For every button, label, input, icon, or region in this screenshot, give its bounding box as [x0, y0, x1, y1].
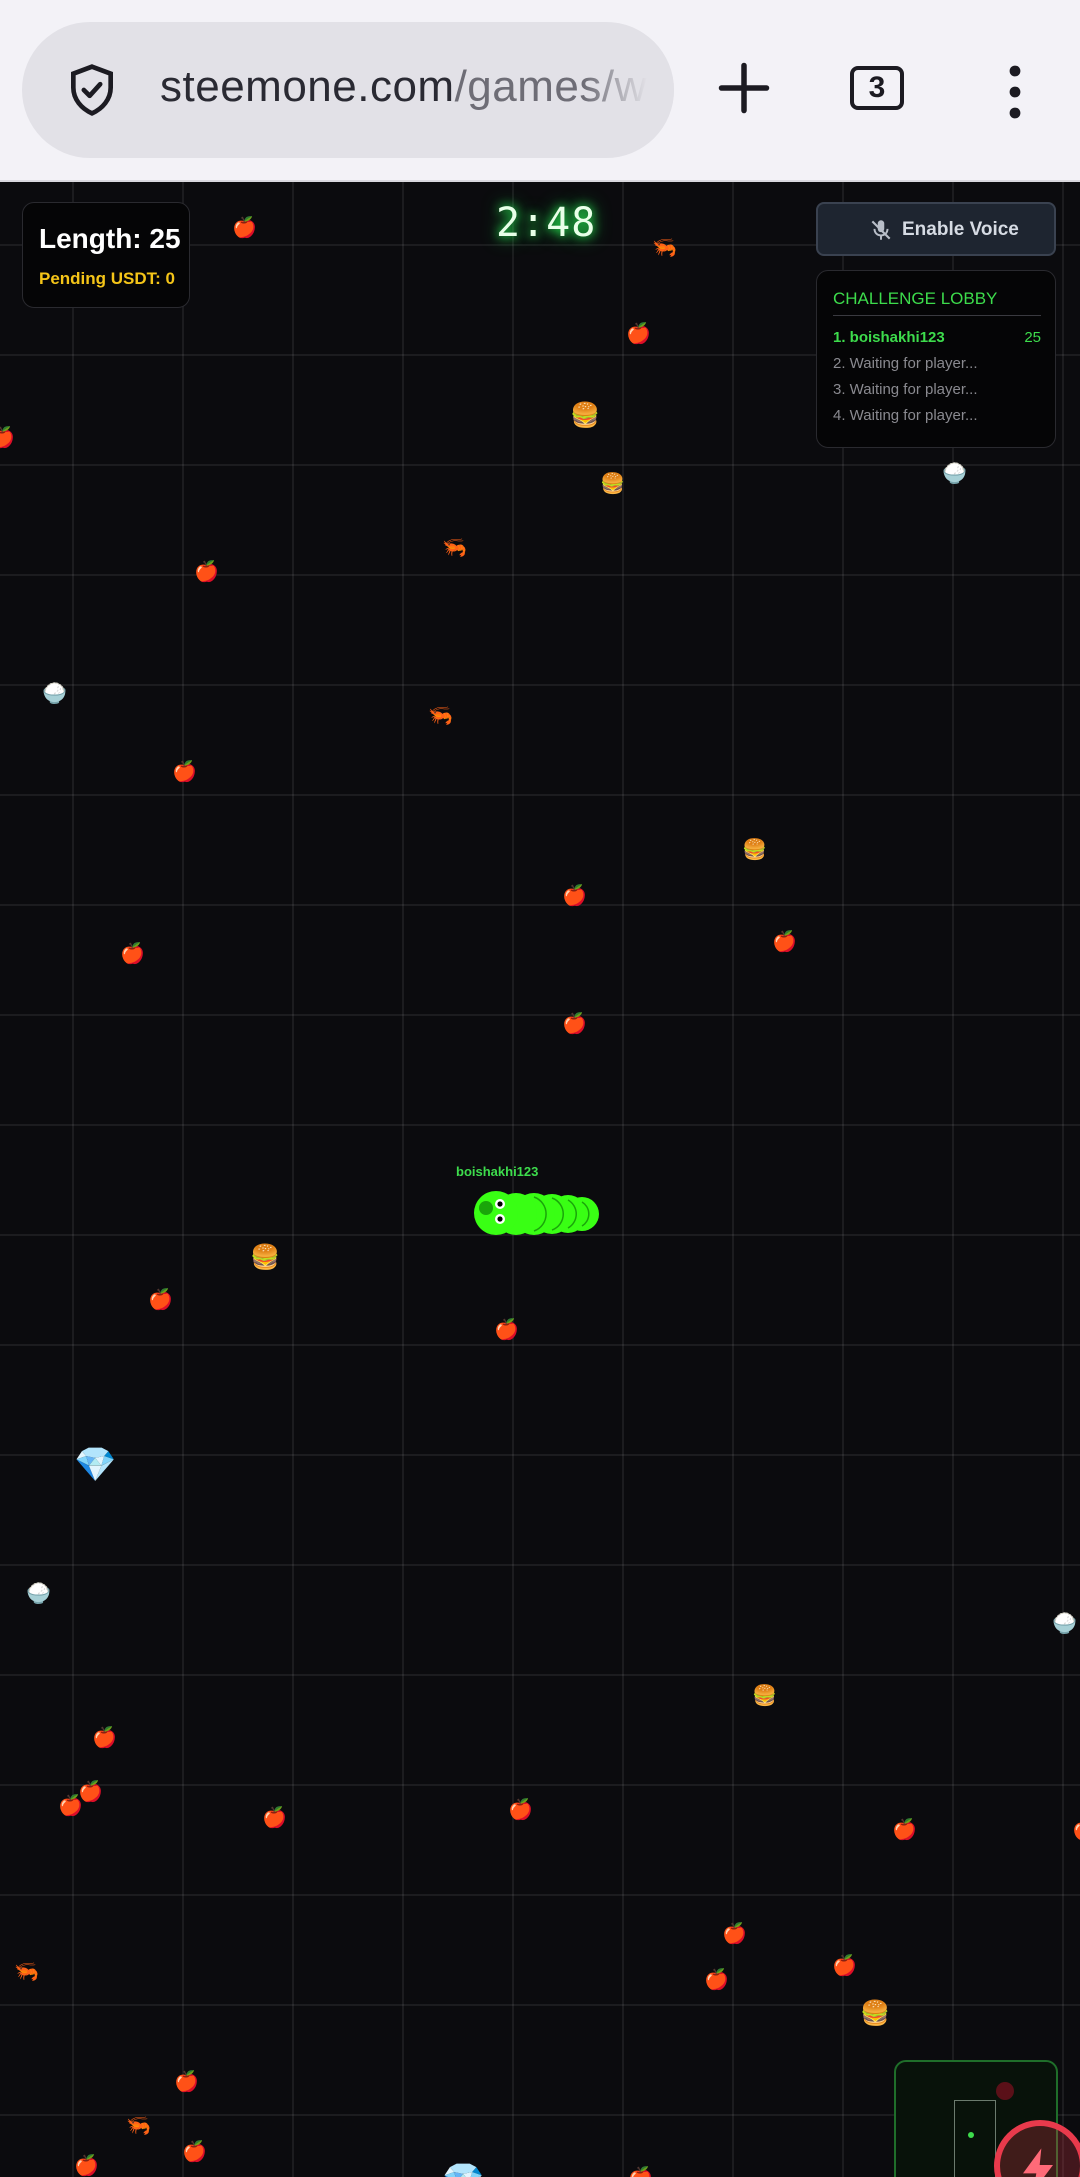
challenge-lobby: CHALLENGE LOBBY 1. boishakhi123 25 2. Wa… [816, 270, 1056, 448]
length-value: Length: 25 [39, 223, 181, 254]
shield-check-icon[interactable] [64, 62, 120, 118]
gem-icon: 💎 [442, 2164, 484, 2177]
sausage-icon: 🦐 [14, 1961, 39, 1983]
minimap-enemy-dot [996, 2082, 1014, 2100]
burger-icon: 🍔 [570, 402, 600, 429]
apple-icon: 🍎 [494, 1319, 519, 1341]
apple-icon: 🍎 [704, 1969, 729, 1991]
enable-voice-button[interactable]: Enable Voice [816, 202, 1056, 256]
apple-icon: 🍎 [562, 885, 587, 907]
apple-icon: 🍎 [0, 427, 15, 449]
burger-icon: 🍔 [752, 1685, 777, 1707]
apple-icon: 🍎 [120, 943, 145, 965]
lobby-title: CHALLENGE LOBBY [833, 289, 1041, 316]
apple-icon: 🍎 [562, 1013, 587, 1035]
lobby-row: 1. boishakhi123 25 [833, 329, 1041, 346]
lobby-row: 2. Waiting for player... [833, 355, 1041, 372]
length-panel: Length: 25 Pending USDT: 0 [22, 202, 190, 308]
lightning-icon [1023, 2148, 1053, 2177]
apple-icon: 🍎 [626, 323, 651, 345]
apple-icon: 🍎 [722, 1923, 747, 1945]
lobby-player-name: 2. Waiting for player... [833, 355, 978, 372]
sausage-icon: 🦐 [652, 237, 677, 259]
apple-icon: 🍎 [832, 1955, 857, 1977]
burger-icon: 🍔 [250, 1244, 280, 1271]
url-text[interactable]: steemone.com/games/w [160, 62, 647, 112]
apple-icon: 🍎 [772, 931, 797, 953]
browser-toolbar: steemone.com/games/w 3 [0, 0, 1080, 182]
bowl-icon: 🍚 [942, 463, 967, 485]
minimap-player-dot [968, 2132, 974, 2138]
apple-icon: 🍎 [508, 1799, 533, 1821]
apple-icon: 🍎 [92, 1727, 117, 1749]
apple-icon: 🍎 [174, 2071, 199, 2093]
burger-icon: 🍔 [742, 839, 767, 861]
more-menu-icon[interactable] [1000, 62, 1030, 122]
apple-icon: 🍎 [194, 561, 219, 583]
url-domain: steemone.com [160, 62, 455, 111]
lobby-player-name: 4. Waiting for player... [833, 407, 978, 424]
lobby-row: 4. Waiting for player... [833, 407, 1041, 424]
url-fade [584, 22, 674, 158]
new-tab-button[interactable] [714, 58, 774, 118]
apple-icon: 🍎 [182, 2141, 207, 2163]
lobby-player-name: 3. Waiting for player... [833, 381, 978, 398]
player-name-label: boishakhi123 [456, 1164, 539, 1179]
burger-icon: 🍔 [600, 473, 625, 495]
lobby-row: 3. Waiting for player... [833, 381, 1041, 398]
apple-icon: 🍎 [172, 761, 197, 783]
player-snake [474, 1191, 599, 1235]
sausage-icon: 🦐 [442, 537, 467, 559]
apple-icon: 🍎 [262, 1807, 287, 1829]
apple-icon: 🍎 [74, 2155, 99, 2177]
bowl-icon: 🍚 [42, 683, 67, 705]
enable-voice-label: Enable Voice [902, 219, 1019, 240]
apple-icon: 🍎 [1072, 1820, 1080, 1840]
sausage-icon: 🦐 [428, 705, 453, 727]
apple-icon: 🍎 [148, 1289, 173, 1311]
bowl-icon: 🍚 [26, 1583, 51, 1605]
game-timer: 2:48 [496, 200, 597, 246]
apple-icon: 🍎 [58, 1795, 83, 1817]
sausage-icon: 🦐 [126, 2115, 151, 2137]
game-canvas[interactable]: 🍎 🍎 🦐 🍎 🍔 🍎 🍔 🍚 🦐 🍎 🍚 🦐 🍎 🍔 🍎 🍎 🍎 🍎 🍔 🍎 … [0, 182, 1080, 2177]
lobby-player-score: 25 [1024, 329, 1041, 346]
tab-count-button[interactable]: 3 [850, 66, 904, 110]
apple-icon: 🍎 [232, 217, 257, 239]
bowl-icon: 🍚 [1052, 1613, 1077, 1635]
pending-usdt: Pending USDT: 0 [39, 269, 176, 288]
gem-icon: 💎 [74, 1446, 117, 1484]
apple-icon: 🍎 [892, 1819, 917, 1841]
minimap-viewport [954, 2100, 996, 2177]
address-bar[interactable]: steemone.com/games/w [22, 22, 674, 158]
apple-icon: 🍎 [628, 2168, 653, 2177]
lobby-player-name: 1. boishakhi123 [833, 329, 945, 346]
burger-icon: 🍔 [860, 2000, 890, 2027]
mic-off-icon [871, 220, 891, 240]
